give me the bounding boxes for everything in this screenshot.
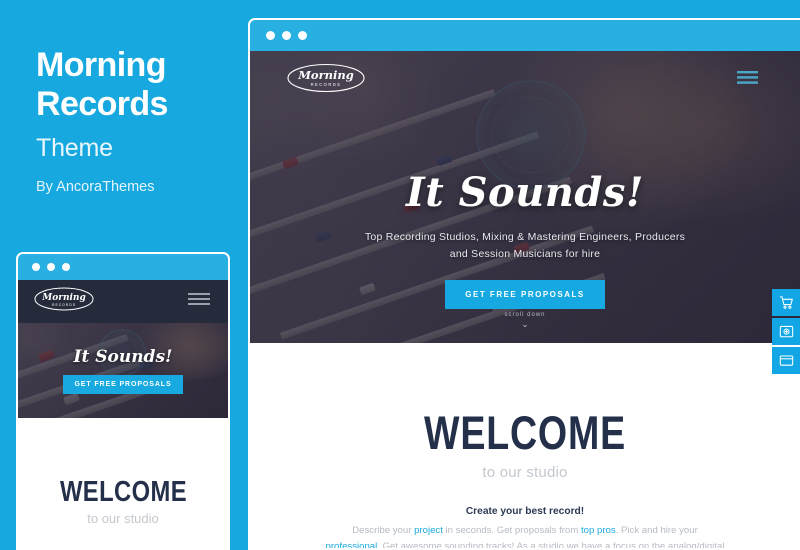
top-pros-link[interactable]: top pros [581, 525, 616, 536]
hamburger-menu-icon[interactable] [188, 292, 210, 311]
layout-button[interactable] [772, 347, 800, 374]
shopping-cart-icon [779, 295, 794, 310]
site-logo[interactable]: Morning RECORDS [286, 62, 366, 99]
mobile-logo[interactable]: Morning RECORDS [33, 286, 95, 317]
chevron-down-icon: ⌄ [521, 319, 529, 329]
promo-title: Morning Records [36, 46, 248, 125]
hero-subtitle-line-1: Top Recording Studios, Mixing & Masterin… [364, 231, 686, 243]
svg-text:Morning: Morning [41, 293, 86, 303]
welcome-heading: WELCOME [424, 406, 626, 459]
mobile-site-header: Morning RECORDS [18, 280, 228, 323]
svg-text:RECORDS: RECORDS [311, 82, 342, 87]
mobile-welcome-subheading: to our studio [87, 511, 159, 526]
project-link[interactable]: project [414, 525, 443, 536]
window-dot-icon [282, 31, 291, 40]
mobile-hero-headline: It Sounds! [73, 347, 173, 367]
purchase-button[interactable] [772, 318, 800, 345]
window-dot-icon [298, 31, 307, 40]
scroll-down-label: scroll down [504, 312, 546, 318]
mobile-hero-section: It Sounds! GET FREE PROPOSALS [18, 323, 228, 418]
welcome-body-text: Describe your project in seconds. Get pr… [324, 523, 726, 550]
welcome-subheading: to our studio [482, 464, 568, 481]
mobile-hero-cta-button[interactable]: GET FREE PROPOSALS [63, 375, 183, 394]
svg-text:Morning: Morning [297, 68, 354, 82]
window-dot-icon [266, 31, 275, 40]
window-layout-icon [779, 353, 794, 368]
hero-subtitle: Top Recording Studios, Mixing & Masterin… [365, 229, 685, 263]
window-dot-icon [32, 263, 40, 271]
promo-title-line-1: Morning [36, 46, 166, 84]
floating-side-buttons [772, 289, 800, 374]
desktop-preview-window: Morning RECORDS It Sounds! Top Recording… [248, 18, 800, 550]
body-text-3: . Pick and hire your [615, 525, 698, 536]
body-text-2: in seconds. Get proposals from [442, 525, 581, 536]
hero-subtitle-line-2: and Session Musicians for hire [449, 248, 601, 260]
mobile-browser-chrome [18, 254, 228, 280]
cart-button[interactable] [772, 289, 800, 316]
window-dot-icon [47, 263, 55, 271]
svg-text:RECORDS: RECORDS [52, 303, 76, 307]
desktop-site-viewport: Morning RECORDS It Sounds! Top Recording… [250, 51, 800, 550]
window-dot-icon [62, 263, 70, 271]
hamburger-menu-icon[interactable] [737, 71, 758, 89]
hero-headline: It Sounds! [406, 169, 644, 216]
promo-subtitle: Theme [36, 133, 113, 162]
site-header: Morning RECORDS [250, 53, 800, 107]
mobile-preview-window: Morning RECORDS It Sounds! GET FREE PROP… [16, 252, 230, 550]
welcome-lead: Create your best record! [465, 506, 585, 517]
mobile-site-viewport: Morning RECORDS It Sounds! GET FREE PROP… [18, 280, 228, 548]
mobile-welcome-section: WELCOME to our studio [18, 418, 228, 548]
professional-link[interactable]: professional [326, 541, 378, 548]
desktop-browser-chrome [250, 20, 800, 51]
body-text-1: Describe your [352, 525, 415, 536]
welcome-section: WELCOME to our studio Create your best r… [250, 343, 800, 550]
body-text-4: . Get awesome sounding tracks! As a stud… [377, 540, 725, 550]
image-box-icon [779, 324, 794, 339]
hero-cta-button[interactable]: GET FREE PROPOSALS [445, 280, 605, 309]
scroll-down-indicator[interactable]: scroll down ⌄ [250, 312, 800, 329]
promo-byline: By AncoraThemes [36, 178, 155, 195]
promo-title-line-2: Records [36, 85, 168, 124]
mobile-welcome-heading: WELCOME [59, 476, 187, 508]
